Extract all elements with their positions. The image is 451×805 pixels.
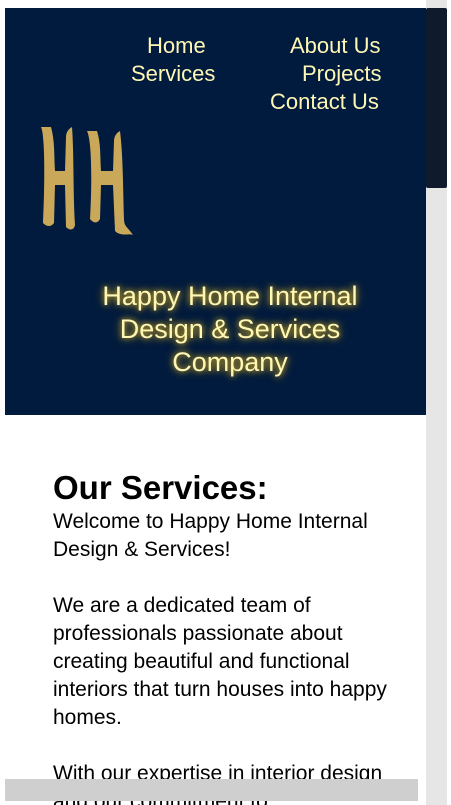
nav-projects-link[interactable]: Projects: [302, 61, 381, 87]
nav-services-link[interactable]: Services: [131, 61, 215, 87]
services-paragraph: Welcome to Happy Home Internal Design & …: [53, 510, 368, 561]
nav-home-link[interactable]: Home: [147, 33, 206, 59]
company-name: Happy Home Internal Design & Services Co…: [102, 281, 358, 377]
scrollbar-thumb[interactable]: [426, 8, 447, 188]
services-heading: Our Services:: [53, 469, 268, 506]
services-paragraph: We are a dedicated team of professionals…: [53, 594, 387, 729]
services-section: Our Services: Welcome to Happy Home Inte…: [53, 468, 403, 805]
nav-about-link[interactable]: About Us: [290, 33, 381, 59]
horizontal-scrollbar[interactable]: [5, 779, 418, 801]
page: Home About Us Services Projects Contact …: [5, 8, 447, 805]
hero-banner: Home About Us Services Projects Contact …: [5, 8, 447, 415]
company-logo: HH: [41, 127, 133, 235]
nav-contact-link[interactable]: Contact Us: [270, 89, 379, 115]
